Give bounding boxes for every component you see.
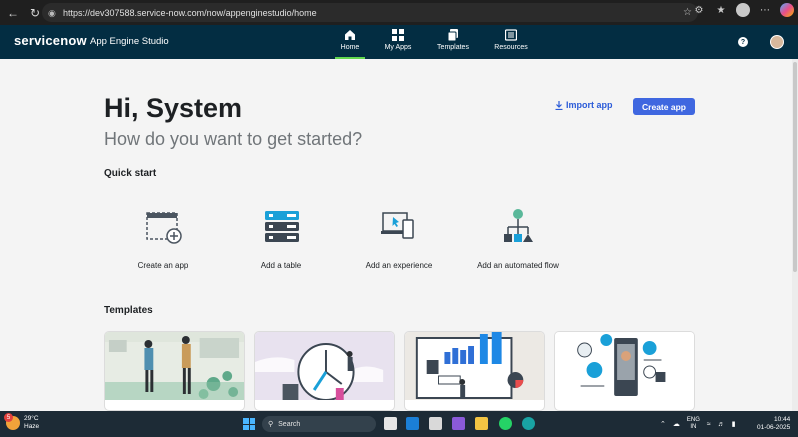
help-icon[interactable]: ? — [738, 37, 748, 47]
region-code: IN — [690, 424, 697, 430]
site-info-icon[interactable]: ◉ — [48, 8, 58, 18]
weather-condition: Haze — [24, 423, 40, 430]
edge-icon[interactable] — [522, 417, 535, 430]
whatsapp-icon[interactable] — [499, 417, 512, 430]
language-indicator[interactable]: ENG IN — [687, 417, 700, 431]
wifi-icon[interactable]: ≈ — [707, 421, 711, 428]
url-text: https://dev307588.service-now.com/now/ap… — [63, 7, 317, 18]
tray-expand-icon[interactable]: ⌃ — [660, 420, 666, 428]
copilot-icon[interactable] — [780, 3, 794, 17]
taskbar-clock[interactable]: 10:44 01-06-2025 — [757, 416, 790, 432]
template-card[interactable] — [254, 331, 395, 411]
user-avatar[interactable] — [770, 35, 784, 49]
notification-badge: 5 — [4, 413, 13, 422]
language-code: ENG — [686, 417, 700, 423]
windows-start-icon[interactable] — [243, 418, 255, 430]
create-app-button[interactable]: Create app — [633, 98, 695, 115]
app-icon-blue[interactable] — [406, 417, 419, 430]
servicenow-logo[interactable]: servicenow — [14, 33, 87, 48]
weather-widget[interactable]: 5 29°C Haze — [4, 413, 39, 431]
back-arrow-icon[interactable]: ← — [4, 4, 22, 22]
date: 01-06-2025 — [757, 424, 791, 431]
weather-icon: 5 — [4, 413, 20, 430]
nav-tab-label: Home — [340, 44, 360, 51]
quick-start-heading: Quick start — [104, 168, 157, 179]
nav-tab-resources[interactable]: Resources — [486, 29, 536, 59]
nav-tab-my-apps[interactable]: My Apps — [373, 29, 423, 59]
quick-start-create-app[interactable]: Create an app — [108, 207, 218, 270]
battery-icon[interactable]: ▮ — [732, 420, 736, 428]
quick-start-add-flow[interactable]: Add an automated flow — [463, 207, 573, 270]
task-view-icon[interactable] — [384, 417, 397, 430]
page-subtitle: How do you want to get started? — [104, 129, 363, 149]
quick-start-label: Add an experience — [365, 261, 433, 270]
extensions-icon[interactable]: ⚙ — [692, 3, 706, 17]
template-illustration — [555, 332, 694, 400]
browser-profile-avatar[interactable] — [736, 3, 750, 17]
copilot-app-icon[interactable] — [452, 417, 465, 430]
scrollbar-thumb[interactable] — [793, 62, 797, 272]
favorite-star-icon[interactable]: ☆ — [683, 7, 692, 18]
file-explorer-icon[interactable] — [475, 417, 488, 430]
search-placeholder: Search — [278, 420, 301, 428]
quick-start-label: Add a table — [260, 261, 302, 270]
nav-tab-home[interactable]: Home — [325, 29, 375, 59]
temperature: 29°C — [24, 415, 39, 422]
windows-taskbar: 5 29°C Haze ⚲ Search ⌃ ☁ ENG IN ≈ ♬ ▮ 10… — [0, 411, 798, 437]
nav-tab-label: My Apps — [384, 44, 412, 51]
import-app-link[interactable]: Import app — [555, 100, 613, 110]
quick-start-add-experience[interactable]: Add an experience — [344, 207, 454, 270]
store-icon[interactable] — [429, 417, 442, 430]
quick-start-add-table[interactable]: Add a table — [226, 207, 336, 270]
template-illustration — [405, 332, 544, 400]
time: 10:44 — [773, 416, 791, 423]
more-options-icon[interactable]: ⋯ — [758, 3, 772, 17]
template-illustration — [105, 332, 244, 400]
browser-toolbar: ← ↻ ◉ https://dev307588.service-now.com/… — [0, 0, 798, 25]
import-icon — [555, 100, 563, 110]
create-app-icon — [146, 212, 182, 244]
book-icon — [505, 29, 517, 41]
template-card[interactable] — [404, 331, 545, 411]
system-tray: ⌃ ☁ ENG IN ≈ ♬ ▮ — [660, 417, 736, 431]
import-app-label: Import app — [566, 100, 613, 110]
table-icon — [265, 211, 299, 242]
weather-text: 29°C Haze — [24, 415, 39, 431]
quick-start-label: Add an automated flow — [477, 261, 559, 270]
taskbar-search[interactable]: ⚲ Search — [262, 416, 376, 432]
app-header: servicenow App Engine Studio Home My App… — [0, 25, 798, 59]
product-name: App Engine Studio — [90, 36, 169, 47]
quick-start-label: Create an app — [137, 261, 189, 270]
main-content: Hi, System How do you want to get starte… — [0, 59, 792, 411]
experience-icon — [381, 212, 414, 239]
page-title: Hi, System — [104, 93, 243, 123]
address-bar[interactable]: ◉ https://dev307588.service-now.com/now/… — [42, 3, 698, 22]
favorites-icon[interactable]: ★ — [714, 3, 728, 17]
nav-tab-label: Templates — [437, 44, 469, 51]
nav-tab-templates[interactable]: Templates — [428, 29, 478, 59]
tray-app-icon[interactable]: ☁ — [673, 420, 680, 428]
volume-icon[interactable]: ♬ — [718, 421, 725, 428]
browser-extensions: ⚙ ★ ⋯ — [692, 3, 798, 17]
templates-icon — [447, 29, 458, 41]
template-card[interactable] — [554, 331, 695, 411]
search-icon: ⚲ — [268, 421, 274, 428]
grid-icon — [392, 29, 404, 41]
flow-icon — [504, 209, 533, 242]
template-card[interactable] — [104, 331, 245, 411]
template-illustration — [255, 332, 394, 401]
nav-tab-label: Resources — [494, 44, 528, 51]
templates-heading: Templates — [104, 305, 153, 316]
home-icon — [345, 30, 355, 40]
